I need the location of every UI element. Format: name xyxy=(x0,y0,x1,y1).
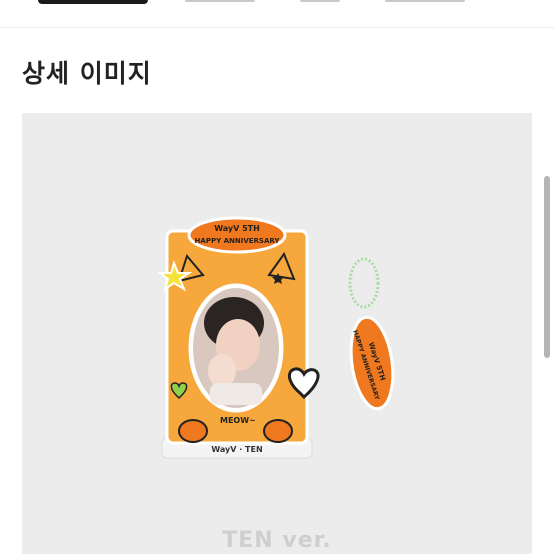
tab-indicator[interactable] xyxy=(185,0,255,2)
top-tab-strip xyxy=(0,0,554,28)
cat-right xyxy=(263,419,293,443)
cat-text: MEOW~ xyxy=(220,416,256,425)
tab-indicator-active[interactable] xyxy=(38,0,148,4)
detail-image[interactable]: WayV · TEN WayV 5TH HAPPY ANNIVERSARY ME… xyxy=(22,113,532,554)
cat-left xyxy=(178,419,208,443)
keyring-chain xyxy=(348,257,380,309)
frame-base-text: WayV · TEN xyxy=(211,445,262,454)
photo-shirt xyxy=(210,383,262,405)
product-illustration: WayV · TEN WayV 5TH HAPPY ANNIVERSARY ME… xyxy=(157,216,395,459)
banner-line-2: HAPPY ANNIVERSARY xyxy=(195,237,281,245)
tab-indicator[interactable] xyxy=(385,0,465,2)
banner-line-1: WayV 5TH xyxy=(214,224,260,233)
tab-indicator[interactable] xyxy=(300,0,340,2)
version-label: TEN ver. xyxy=(222,528,332,553)
keyring-charm xyxy=(349,315,395,411)
section-title: 상세 이미지 xyxy=(22,59,152,88)
scrollbar-thumb[interactable] xyxy=(544,176,550,358)
photo-hand xyxy=(208,354,236,388)
